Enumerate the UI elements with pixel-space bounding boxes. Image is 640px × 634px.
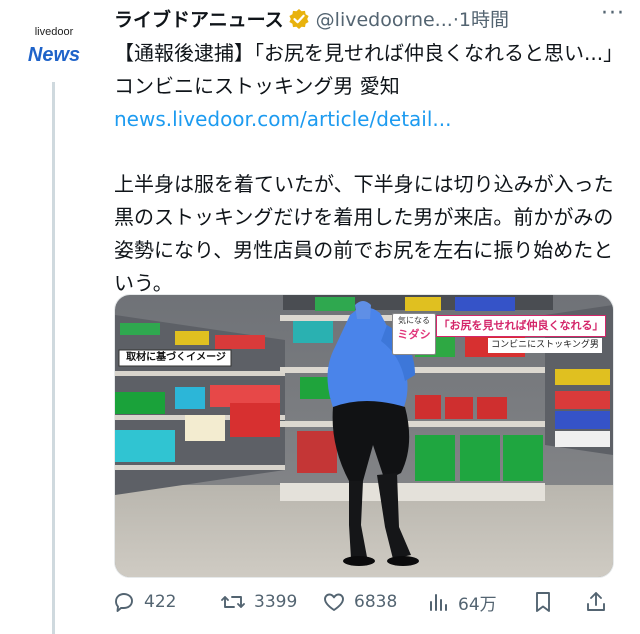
views-button[interactable]: 64万 (428, 588, 497, 616)
reply-icon (115, 593, 133, 612)
action-bar: 422 3399 6838 64万 (112, 588, 617, 620)
display-name[interactable]: ライブドアニュース (114, 9, 284, 31)
share-icon (587, 592, 605, 611)
avatar[interactable]: livedoor News (10, 6, 98, 66)
views-bar-chart-icon (430, 594, 447, 611)
reply-count: 422 (144, 592, 177, 612)
media-banner: 気になる ミダシ 「お尻を見せれば仲良くなれる」 コンビニにストッキング男 (392, 313, 606, 355)
like-count: 6838 (354, 592, 398, 612)
share-button[interactable] (584, 588, 616, 616)
tweet-text: 【通報後逮捕】「お尻を見せれば仲良くなれると思い...」コンビニにストッキング男… (114, 37, 614, 300)
media-caption-left: 取材に基づくイメージ (126, 352, 226, 363)
retweet-icon (221, 596, 245, 608)
tweet-body: 上半身は服を着ていたが、下半身には切り込みが入った黒のストッキングだけを着用した… (114, 172, 614, 295)
heart-icon (324, 593, 344, 611)
reply-button[interactable]: 422 (112, 588, 176, 616)
avatar-brand-small: livedoor (34, 26, 74, 38)
banner-tag-bottom: ミダシ (397, 328, 431, 341)
bookmark-button[interactable] (532, 588, 562, 616)
more-options-button[interactable]: ··· (596, 3, 630, 30)
article-link[interactable]: news.livedoor.com/article/detail... (114, 103, 614, 136)
banner-tag-top: 気になる (398, 316, 430, 325)
verified-badge-icon (288, 8, 310, 35)
like-button[interactable]: 6838 (322, 588, 397, 616)
views-count: 64万 (458, 594, 497, 615)
thread-line (52, 82, 55, 634)
banner-tag: 気になる ミダシ (392, 313, 436, 355)
avatar-brand-news: News (27, 44, 81, 66)
banner-title: 「お尻を見せれば仲良くなれる」 (436, 315, 606, 337)
right-shelf (555, 369, 610, 447)
bookmark-icon (536, 592, 550, 612)
retweet-button[interactable]: 3399 (220, 588, 297, 616)
timestamp[interactable]: 1時間 (459, 9, 509, 31)
retweet-count: 3399 (254, 592, 298, 612)
tweet-header: ライブドアニュース @livedoorne...·1時間 (114, 5, 614, 37)
banner-subtitle: コンビニにストッキング男 (488, 338, 602, 353)
tweet-headline: 【通報後逮捕】「お尻を見せれば仲良くなれると思い...」コンビニにストッキング男… (114, 41, 614, 98)
handle[interactable]: @livedoorne... (316, 9, 453, 31)
